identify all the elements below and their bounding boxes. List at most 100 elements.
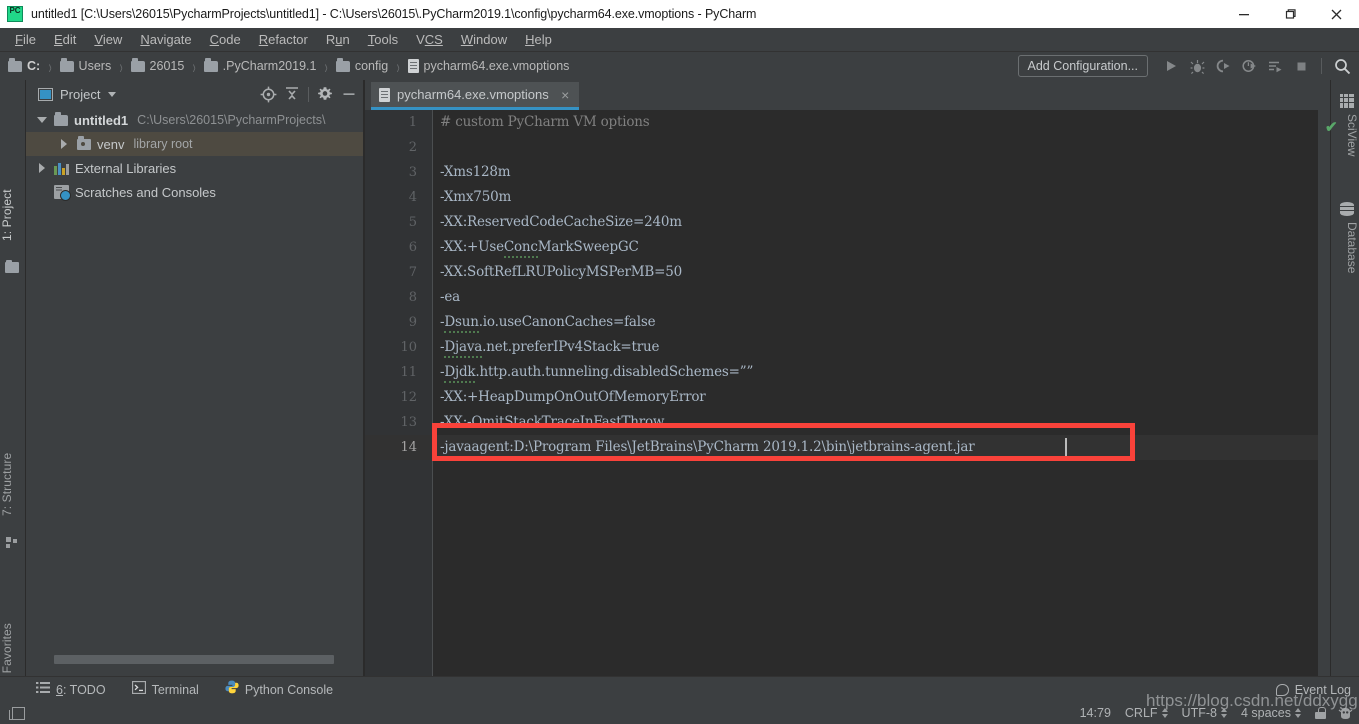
window-controls (1221, 0, 1359, 28)
close-button[interactable] (1313, 0, 1359, 28)
tab-pycharm64-vmoptions[interactable]: pycharm64.exe.vmoptions × (371, 82, 579, 110)
python-icon (225, 680, 239, 699)
code-line: 9 -Dsun.io.useCanonCaches=false (365, 310, 1330, 335)
toolwindow-todo[interactable]: 6: TODO (36, 681, 106, 699)
profile-icon[interactable] (1236, 54, 1262, 78)
code-line: 4 -Xmx750m (365, 185, 1330, 210)
breadcrumb-item-config[interactable]: config (335, 58, 388, 73)
minimize-icon[interactable] (337, 82, 361, 106)
pycharm-window: untitled1 [C:\Users\26015\PycharmProject… (0, 0, 1359, 724)
breadcrumb-label: .PyCharm2019.1 (222, 59, 317, 73)
chevron-down-icon[interactable] (108, 91, 117, 97)
breadcrumb-item-pycharmdir[interactable]: .PyCharm2019.1 (203, 58, 317, 73)
tree-item-label: External Libraries (75, 160, 177, 176)
maximize-button[interactable] (1267, 0, 1313, 28)
project-icon (5, 259, 20, 277)
line-number: 1 (408, 115, 417, 130)
sidebar-item-structure[interactable]: 7: Structure (0, 440, 26, 528)
folder-icon (203, 58, 218, 72)
attach-icon[interactable] (1262, 54, 1288, 78)
line-number: 6 (408, 240, 417, 255)
tree-row-external-libraries[interactable]: External Libraries (26, 156, 365, 180)
line-text: -Xms128m (440, 164, 511, 180)
line-number: 5 (408, 215, 417, 230)
menu-code[interactable]: Code (201, 30, 250, 50)
line-text: -javaagent:D:\Program Files\JetBrains\Py… (440, 435, 975, 460)
spellcheck-underline: Dsun (444, 314, 479, 333)
run-icon[interactable] (1158, 54, 1184, 78)
line-text: -XX:+HeapDumpOnOutOfMemoryError (440, 389, 706, 405)
line-number: 9 (408, 315, 417, 330)
breadcrumb-item-drive[interactable]: C: (8, 58, 41, 73)
tab-label: pycharm64.exe.vmoptions (397, 87, 549, 102)
gear-icon[interactable] (313, 82, 337, 106)
code-line: 3 -Xms128m (365, 160, 1330, 185)
breadcrumb-separator: › (119, 54, 123, 78)
toolwindow-python-console[interactable]: Python Console (225, 680, 333, 699)
sidebar-item-project[interactable]: 1: Project (0, 176, 26, 254)
menu-refactor[interactable]: Refactor (250, 30, 317, 50)
stop-icon[interactable] (1288, 54, 1314, 78)
tree-row-venv[interactable]: venv library root (26, 132, 365, 156)
debug-icon[interactable] (1184, 54, 1210, 78)
scrollbar-thumb[interactable] (54, 655, 334, 664)
twisty-collapsed-icon[interactable] (34, 163, 50, 173)
line-number: 7 (408, 265, 417, 280)
project-panel-header: Project (26, 80, 365, 108)
project-panel-title: Project (60, 86, 101, 102)
code-line: 6 -XX:+UseConcMarkSweepGC (365, 235, 1330, 260)
search-everywhere-icon[interactable] (1329, 54, 1355, 78)
breadcrumb-item-file[interactable]: pycharm64.exe.vmoptions (407, 59, 569, 73)
twisty-collapsed-icon[interactable] (56, 139, 72, 149)
collapse-all-icon[interactable] (280, 82, 304, 106)
inspection-status-icon[interactable]: ✔ (1325, 118, 1338, 136)
locate-icon[interactable] (256, 82, 280, 106)
minimize-button[interactable] (1221, 0, 1267, 28)
menu-view[interactable]: View (85, 30, 131, 50)
toolwindow-terminal[interactable]: Terminal (131, 680, 199, 699)
menu-help[interactable]: Help (516, 30, 561, 50)
menu-window[interactable]: Window (452, 30, 516, 50)
todo-icon (36, 681, 50, 699)
folder-icon (130, 58, 145, 72)
code-line-current[interactable]: 14 -javaagent:D:\Program Files\JetBrains\… (365, 435, 1330, 460)
code-lines: 1 # custom PyCharm VM options 2 3 -Xms128m… (365, 110, 1330, 460)
sidebar-item-database[interactable]: Database (1337, 222, 1359, 290)
tree-item-label: venv (97, 136, 125, 152)
line-text: -Djdk.http.auth.tunneling.disabledScheme… (440, 360, 753, 385)
project-tree: untitled1 C:\Users\26015\PycharmProjects… (26, 108, 365, 204)
close-icon[interactable]: × (559, 88, 572, 102)
editor-vscrollbar[interactable] (1318, 110, 1330, 676)
window-title: untitled1 [C:\Users\26015\PycharmProject… (31, 7, 757, 21)
sidebar-item-sciview[interactable]: SciView (1337, 114, 1359, 174)
add-configuration-button[interactable]: Add Configuration... (1017, 55, 1148, 77)
tree-item-label: Scratches and Consoles (75, 184, 216, 200)
file-icon (379, 87, 390, 102)
breadcrumb-item-users[interactable]: Users (59, 58, 111, 73)
tree-row-untitled1[interactable]: untitled1 C:\Users\26015\PycharmProjects… (26, 108, 365, 132)
code-line: 10 -Djava.net.preferIPv4Stack=true (365, 335, 1330, 360)
editor-area: pycharm64.exe.vmoptions × 1 # custom PyCh… (365, 80, 1330, 676)
run-coverage-icon[interactable] (1210, 54, 1236, 78)
menu-tools[interactable]: Tools (359, 30, 407, 50)
toolwindow-toggle-button[interactable] (9, 706, 25, 720)
menu-run[interactable]: Run (317, 30, 359, 50)
project-hscrollbar[interactable] (54, 655, 388, 664)
breadcrumb-label: C: (27, 59, 41, 73)
project-view-icon (38, 87, 53, 101)
menu-edit[interactable]: Edit (45, 30, 85, 50)
spellcheck-underline: Conc (503, 239, 538, 258)
menu-file[interactable]: File (6, 30, 45, 50)
twisty-expanded-icon[interactable] (34, 117, 50, 123)
breadcrumb-item-user[interactable]: 26015 (130, 58, 184, 73)
line-text: # custom PyCharm VM options (440, 114, 650, 130)
line-number: 3 (408, 165, 417, 180)
line-text: -XX:SoftRefLRUPolicyMSPerMB=50 (440, 264, 683, 280)
caret-position[interactable]: 14:79 (1080, 706, 1111, 720)
menu-navigate[interactable]: Navigate (131, 30, 200, 50)
code-editor[interactable]: 1 # custom PyCharm VM options 2 3 -Xms128m… (365, 110, 1330, 676)
menu-vcs[interactable]: VCS (407, 30, 452, 50)
tree-row-scratches[interactable]: Scratches and Consoles (26, 180, 365, 204)
file-icon (407, 59, 419, 73)
layers-icon (9, 706, 25, 720)
